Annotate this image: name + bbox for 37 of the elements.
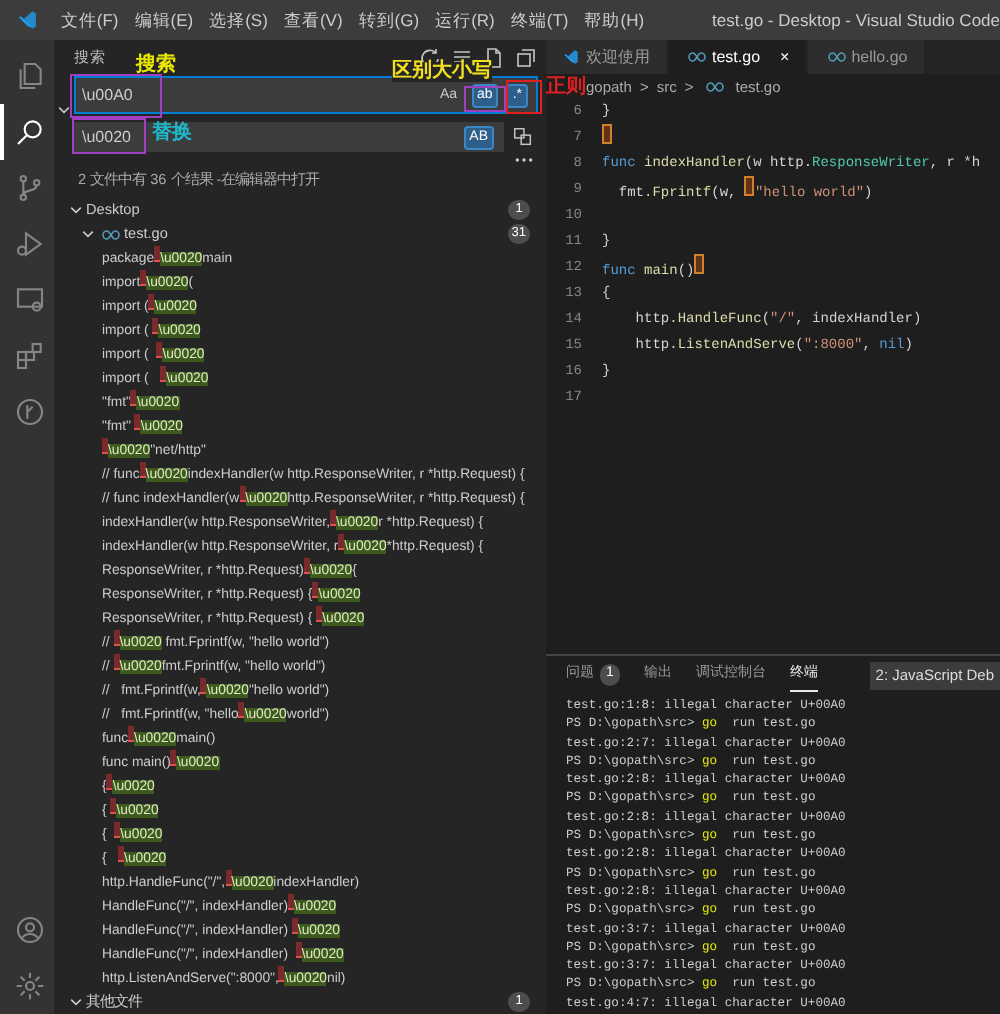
annotation-label: 搜索 [136, 56, 176, 76]
go-file-icon [102, 229, 120, 239]
menu-item[interactable]: 帮助(H) [576, 7, 653, 33]
menu-item[interactable]: 转到(G) [350, 7, 428, 33]
menu-item[interactable]: 编辑(E) [126, 7, 202, 33]
editor-tab[interactable]: 欢迎使用 [546, 40, 668, 74]
fork-icon[interactable] [13, 396, 45, 428]
toggle-replace-icon[interactable] [58, 104, 70, 116]
chevron-icon[interactable] [70, 204, 82, 216]
chevron-icon[interactable] [82, 228, 94, 240]
annotation-label: 区别大小写 [392, 62, 492, 82]
extensions-icon[interactable] [13, 340, 45, 372]
chevron-icon[interactable] [70, 996, 82, 1008]
editor-tab[interactable]: test.go × [668, 40, 808, 74]
vscode-logo-icon [562, 48, 580, 66]
menu-item[interactable]: 选择(S) [201, 7, 276, 33]
replace-all-icon[interactable] [512, 126, 534, 148]
search-icon[interactable] [13, 116, 45, 148]
annotation-label: 正则 [546, 78, 586, 98]
run-icon[interactable] [13, 228, 45, 260]
vscode-logo-icon [16, 8, 39, 32]
close-tab-icon[interactable]: × [780, 45, 790, 69]
account-icon[interactable] [13, 914, 45, 946]
go-file-icon [705, 82, 724, 92]
menu-item[interactable]: 文件(F) [52, 7, 127, 33]
go-file-icon [827, 52, 846, 62]
menu-item[interactable]: 运行(R) [427, 7, 503, 33]
collapse-all-icon[interactable] [514, 46, 538, 70]
monitor-icon[interactable] [13, 284, 45, 316]
editor-tab[interactable]: hello.go [807, 40, 926, 74]
annotation-label: 替换 [152, 124, 192, 144]
settings-icon[interactable] [13, 970, 45, 1002]
more-options-icon[interactable] [514, 154, 534, 166]
menu-item[interactable]: 终端(T) [502, 7, 577, 33]
go-file-icon [688, 52, 706, 62]
menu-item[interactable]: 查看(V) [275, 7, 351, 33]
window-title: test.go - Desktop - Visual Studio Code [710, 7, 1000, 33]
